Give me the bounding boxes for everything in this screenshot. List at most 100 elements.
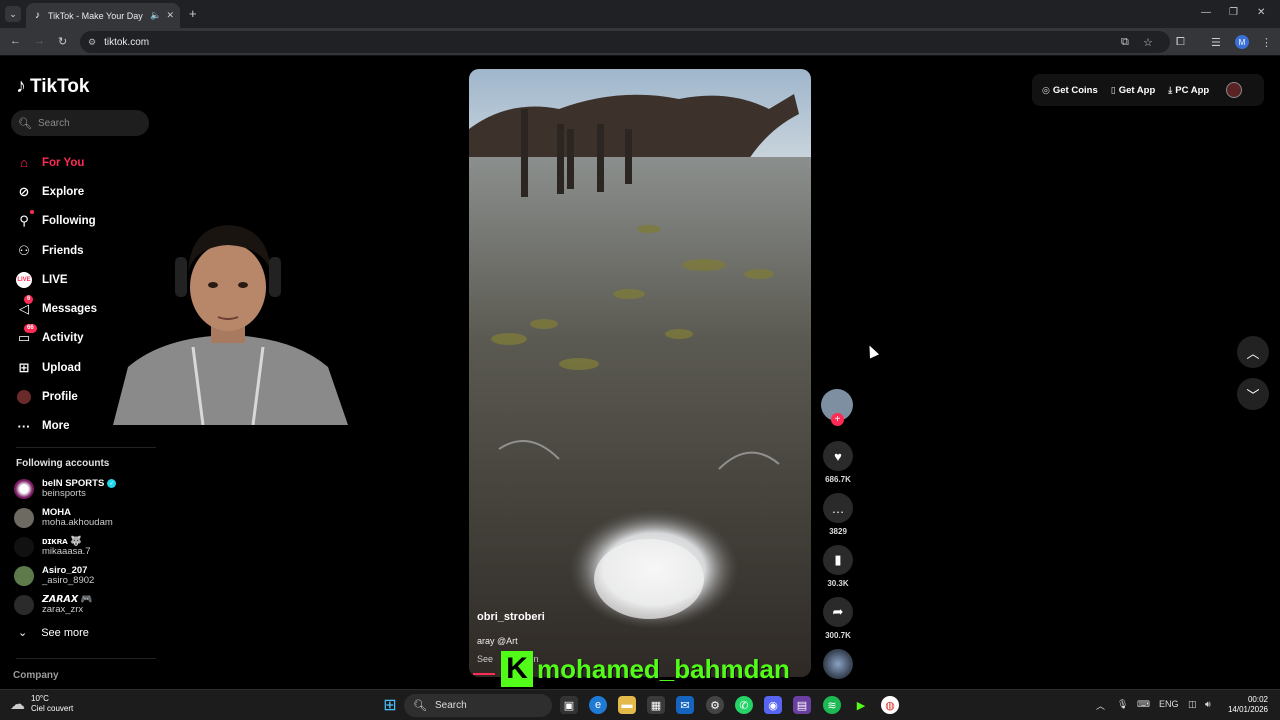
video-username[interactable]: obri_stroberi — [477, 611, 545, 623]
bookmark-star-icon[interactable]: ☆ — [1143, 36, 1153, 49]
address-bar[interactable]: ⚙ tiktok.com — [80, 31, 1170, 53]
sidebar-divider — [16, 658, 156, 659]
nav-label: Friends — [42, 244, 84, 257]
streamer-name: mohamed_bahmdan — [537, 653, 790, 684]
tab-audio-icon[interactable]: 🔈 — [150, 10, 161, 21]
store-icon[interactable]: ▦ — [647, 696, 665, 714]
microphone-icon[interactable]: 🎙︎ — [1117, 699, 1128, 710]
company-link[interactable]: Company — [13, 670, 59, 681]
action-rail: + ♥ 686.7K … 3829 ▮ 30.3K ➦ 300.7K — [821, 389, 855, 679]
account-handle: zarax_zrx — [42, 604, 84, 616]
account-handle: beinsports — [42, 487, 86, 499]
next-video-button[interactable]: ﹀ — [1237, 378, 1269, 410]
file-explorer-icon[interactable]: ▬ — [618, 696, 636, 714]
like-action[interactable]: ♥ 686.7K — [821, 441, 855, 484]
search-icon: 🔍︎ — [413, 700, 427, 712]
follow-plus-icon[interactable]: + — [831, 413, 844, 426]
comment-action[interactable]: … 3829 — [821, 493, 855, 536]
whatsapp-icon[interactable]: ✆ — [735, 696, 753, 714]
video-progress[interactable] — [473, 673, 495, 675]
restore-icon[interactable]: ❐ — [1229, 7, 1238, 18]
task-view-icon[interactable]: ▣ — [560, 696, 578, 714]
share-action[interactable]: ➦ 300.7K — [821, 597, 855, 640]
language-indicator[interactable]: ENG — [1159, 699, 1179, 709]
webcam-overlay — [103, 217, 353, 425]
following-account[interactable]: MOHA moha.akhoudam — [14, 503, 154, 532]
get-coins-button[interactable]: ◎ Get Coins — [1042, 85, 1098, 96]
new-tab-icon[interactable]: + — [189, 7, 197, 20]
discord-icon[interactable]: ◉ — [764, 696, 782, 714]
music-disc-icon[interactable] — [823, 649, 853, 679]
mouse-cursor-icon — [864, 343, 880, 359]
profile-icon — [16, 389, 32, 405]
heart-icon[interactable]: ♥ — [823, 441, 853, 471]
user-avatar[interactable] — [1226, 82, 1243, 98]
volume-icon[interactable]: 🔊︎ — [1205, 699, 1211, 710]
share-count: 300.7K — [825, 631, 851, 640]
clock[interactable]: 00:02 14/01/2026 — [1224, 695, 1268, 715]
tiktok-logo[interactable]: ♪ TikTok — [16, 75, 89, 98]
install-app-icon[interactable]: ⧉ — [1121, 36, 1129, 49]
previous-video-button[interactable]: ︿ — [1237, 336, 1269, 368]
get-coins-label: Get Coins — [1052, 84, 1098, 96]
chrome-icon[interactable]: ◍ — [881, 696, 899, 714]
browser-menu-icon[interactable]: ⋮ — [1261, 36, 1272, 49]
tray-overflow-icon[interactable]: ︿ — [1096, 699, 1105, 712]
messages-icon: ◁ 6 — [16, 295, 34, 317]
following-account[interactable]: ᴅɪᴋʀᴀ 🐺 mikaaasa.7 — [14, 532, 154, 561]
steam-icon[interactable]: ⚙ — [706, 696, 724, 714]
save-action[interactable]: ▮ 30.3K — [821, 545, 855, 588]
keyboard-icon[interactable]: ⌨ — [1137, 699, 1150, 710]
date: 14/01/2026 — [1227, 705, 1268, 714]
browser-tab[interactable]: ♪ TikTok - Make Your Day 🔈 ✕ — [26, 3, 180, 28]
weather-widget[interactable]: ☁ 10°C Ciel couvert — [10, 694, 73, 714]
browser-profile-avatar[interactable]: M — [1235, 35, 1249, 49]
tab-close-icon[interactable]: ✕ — [166, 10, 174, 21]
minimize-icon[interactable]: — — [1201, 7, 1211, 18]
get-app-button[interactable]: ▯ Get App — [1111, 85, 1156, 96]
nav-label: Profile — [42, 391, 78, 404]
nav-label: More — [42, 420, 70, 433]
compass-icon: ⊘ — [18, 183, 30, 199]
following-account[interactable]: 𝙕𝘼𝙍𝘼𝙓 🎮 zarax_zrx — [14, 591, 154, 620]
following-account[interactable]: beIN SPORTS ✓ beinsports — [14, 474, 154, 503]
search-icon[interactable]: 🔍︎ — [18, 117, 32, 130]
network-icon[interactable]: ◫ — [1188, 699, 1197, 710]
nav-for-you[interactable]: ⌂ For You — [16, 148, 156, 177]
clapper-icon[interactable]: ▤ — [793, 696, 811, 714]
bookmark-icon[interactable]: ▮ — [823, 545, 853, 575]
play-app-icon[interactable]: ▶ — [852, 696, 870, 714]
window-close-icon[interactable]: ✕ — [1257, 7, 1265, 18]
chevron-up-icon: ︿ — [1246, 345, 1260, 361]
comment-icon[interactable]: … — [823, 493, 853, 523]
tab-search-icon[interactable]: ⌄ — [5, 6, 21, 22]
creator-avatar[interactable]: + — [821, 389, 853, 426]
video-player[interactable]: obri_stroberi aray @Art See n — [469, 69, 811, 677]
account-handle: _asiro_8902 — [42, 575, 95, 587]
avatar — [14, 507, 34, 528]
site-info-icon[interactable]: ⚙ — [88, 37, 96, 48]
see-more-button[interactable]: ⌄ See more — [18, 626, 89, 640]
following-account[interactable]: Asiro_207 _asiro_8902 — [14, 562, 154, 591]
taskbar-search[interactable]: 🔍︎ Search — [404, 694, 552, 717]
forward-icon[interactable]: → — [34, 35, 45, 47]
download-icon: ⤓ — [1168, 84, 1173, 95]
chevron-down-icon: ﹀ — [1246, 387, 1260, 403]
share-icon[interactable]: ➦ — [823, 597, 853, 627]
windows-start-icon[interactable]: ⊞ — [381, 696, 399, 714]
new-dot — [30, 210, 34, 215]
tiktok-favicon-icon: ♪ — [35, 10, 40, 21]
pc-app-button[interactable]: ⤓ PC App — [1168, 85, 1209, 96]
reading-list-icon[interactable]: ☰ — [1211, 36, 1221, 49]
nav-explore[interactable]: ⊘ Explore — [16, 177, 156, 206]
extensions-icon[interactable]: ⧠ — [1176, 36, 1185, 49]
search-input[interactable] — [37, 117, 138, 129]
mail-icon[interactable]: ✉ — [676, 696, 694, 714]
search-box[interactable]: 🔍︎ — [11, 110, 149, 136]
edge-icon[interactable]: e — [589, 696, 607, 714]
cloud-icon: ☁ — [10, 696, 25, 713]
reload-icon[interactable]: ↻ — [58, 35, 67, 48]
nav-label: LIVE — [42, 273, 68, 286]
back-icon[interactable]: ← — [10, 35, 21, 47]
spotify-icon[interactable]: ≋ — [823, 696, 841, 714]
